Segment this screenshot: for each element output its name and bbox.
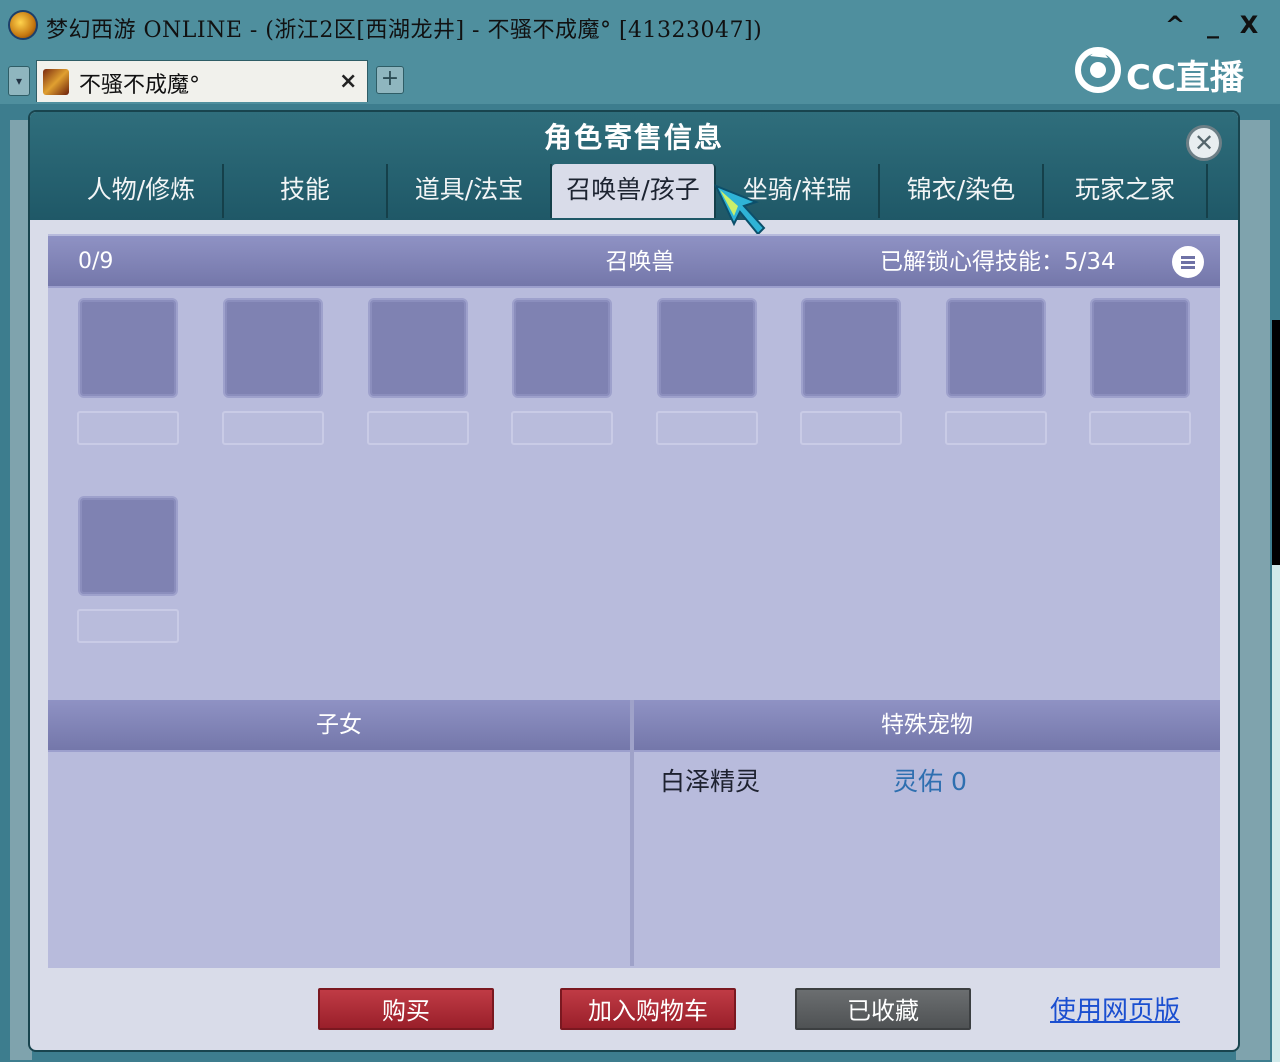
children-section-title: 子女 [48,700,630,750]
browser-tab-title: 不骚不成魔° [79,73,201,98]
tab-character-cultivation[interactable]: 人物/修炼 [60,164,224,218]
window-title: 梦幻西游 ONLINE - (浙江2区[西湖龙井] - 不骚不成魔° [4132… [46,18,763,43]
pet-slot[interactable] [946,298,1046,398]
pet-slot-name [800,411,902,445]
pet-slot-name [222,411,324,445]
background-edge [1272,320,1280,565]
background-edge-light [1272,565,1280,1062]
tab-items-treasures[interactable]: 道具/法宝 [388,164,552,218]
add-to-cart-button[interactable]: 加入购物车 [560,988,736,1030]
pet-slot[interactable] [1090,298,1190,398]
special-pet-value: 灵佑 0 [893,767,967,796]
pet-slot[interactable] [512,298,612,398]
pet-slot-name [367,411,469,445]
dialog-close-icon[interactable]: ✕ [1186,125,1222,161]
game-cursor-icon [714,184,766,236]
restore-button[interactable]: ^ [1162,12,1188,38]
pet-slot-name [77,411,179,445]
favorited-button[interactable]: 已收藏 [795,988,971,1030]
pet-slot[interactable] [368,298,468,398]
app-icon [8,10,38,40]
special-pet-name: 白泽精灵 [660,767,761,796]
tab-player-home[interactable]: 玩家之家 [1044,164,1208,218]
list-menu-icon[interactable] [1172,246,1204,278]
browser-tab-close-icon[interactable]: × [339,69,357,94]
pet-slot-name [656,411,758,445]
pet-slot-name [77,609,179,643]
new-tab-button[interactable]: + [376,66,404,94]
pet-slot-name [511,411,613,445]
unlocked-skills-label: 已解锁心得技能：5/34 [880,249,1116,275]
tab-pets-children[interactable]: 召唤兽/孩子 [552,164,716,218]
buy-button[interactable]: 购买 [318,988,494,1030]
pet-slot[interactable] [801,298,901,398]
browser-tab[interactable]: 不骚不成魔° × [36,60,368,102]
pet-slot[interactable] [78,496,178,596]
column-divider [630,700,634,966]
pet-slot[interactable] [223,298,323,398]
watermark-text: CC直播 [1126,58,1244,98]
special-pets-section-title: 特殊宠物 [634,700,1220,750]
dialog-title: 角色寄售信息 [543,121,724,154]
tab-outfits-dye[interactable]: 锦衣/染色 [880,164,1044,218]
tab-skills[interactable]: 技能 [224,164,388,218]
pet-slot[interactable] [78,298,178,398]
tab-dropdown-button[interactable]: ▾ [8,66,30,96]
dialog-tabs: 人物/修炼 技能 道具/法宝 召唤兽/孩子 坐骑/祥瑞 锦衣/染色 玩家之家 [60,164,1210,218]
web-version-link[interactable]: 使用网页版 [1050,990,1180,1027]
tab-favicon-icon [43,69,69,95]
minimize-button[interactable]: _ [1200,12,1226,38]
close-window-button[interactable]: X [1236,12,1262,38]
pet-slot[interactable] [657,298,757,398]
pet-slot-name [1089,411,1191,445]
pet-slot-name [945,411,1047,445]
